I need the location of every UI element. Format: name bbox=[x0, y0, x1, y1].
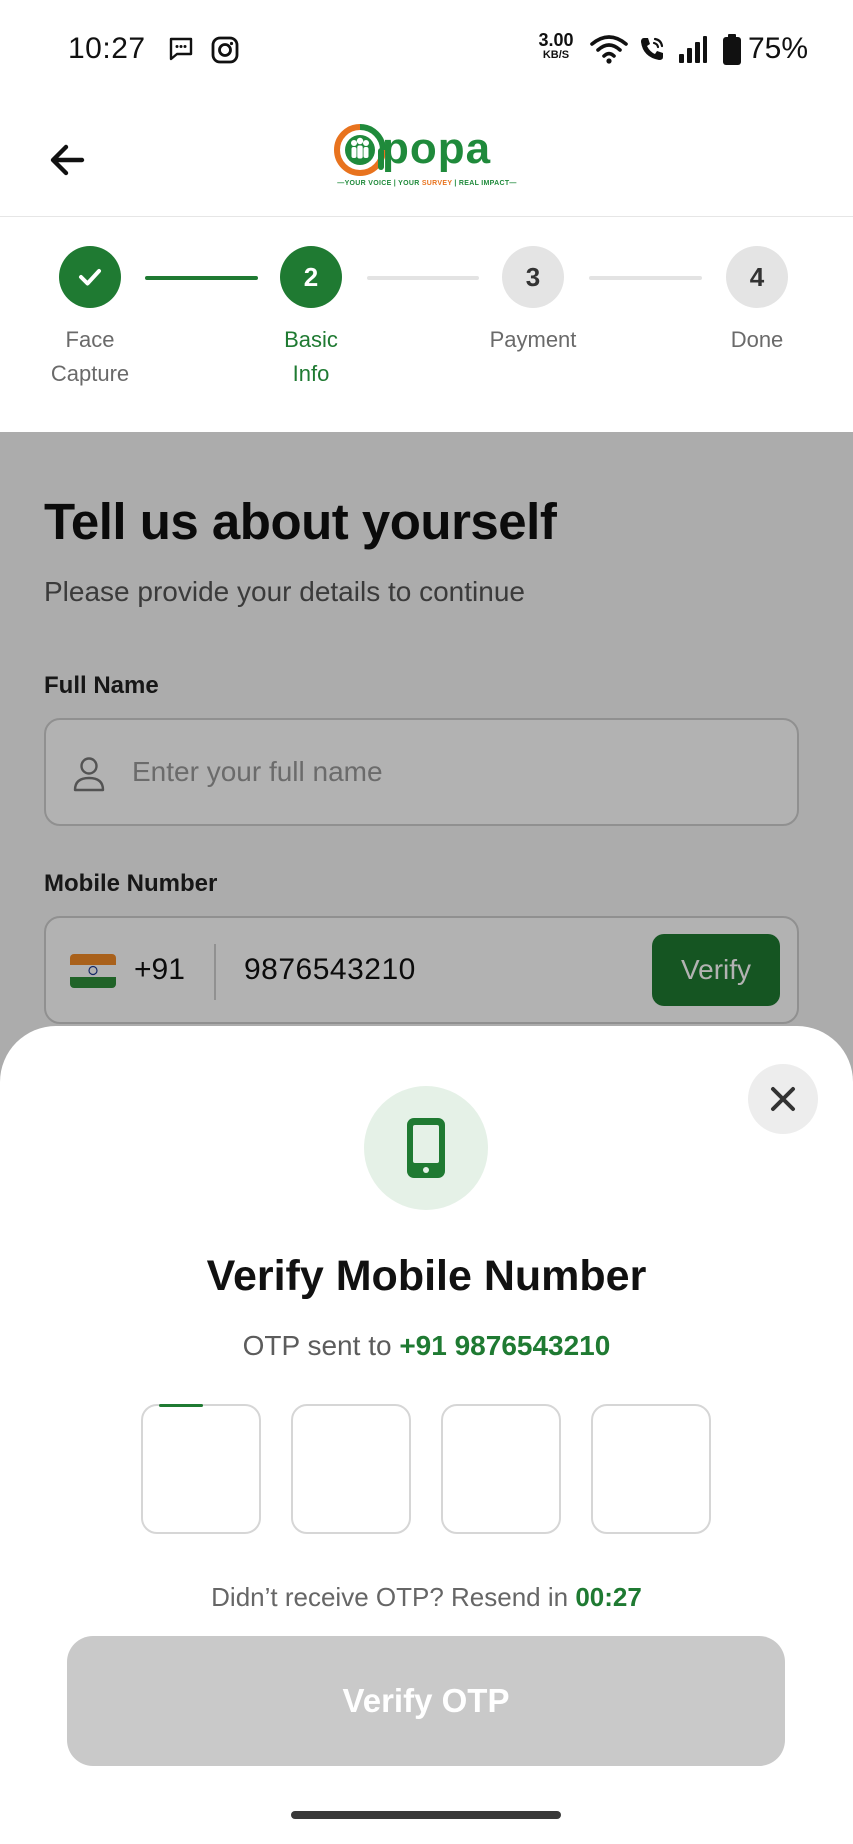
logo-tagline-part: —YOUR VOICE | YOUR bbox=[337, 180, 422, 187]
step-3-label-line: Payment bbox=[489, 327, 577, 352]
network-speed-value: 3.00 bbox=[538, 30, 574, 50]
instagram-icon bbox=[211, 36, 239, 69]
sheet-title: Verify Mobile Number bbox=[206, 1252, 647, 1300]
otp-digit-2[interactable] bbox=[291, 1404, 411, 1534]
status-time: 10:27 bbox=[68, 32, 146, 65]
progress-stepper: Face Capture 2 Basic Info 3 Payment 4 Do… bbox=[0, 218, 853, 432]
network-speed-unit: KB/S bbox=[542, 49, 570, 61]
step-1-label-line: Face bbox=[65, 327, 115, 352]
network-speed: 3.00 KB/S bbox=[532, 30, 580, 63]
battery-icon bbox=[722, 34, 742, 71]
step-3-circle: 3 bbox=[502, 246, 564, 308]
logo-wordmark: popa bbox=[382, 124, 492, 173]
otp-sent-prefix: OTP sent to bbox=[242, 1330, 400, 1361]
otp-digit-3[interactable] bbox=[441, 1404, 561, 1534]
step-4-label: Done bbox=[687, 323, 827, 357]
step-2-circle: 2 bbox=[280, 246, 342, 308]
wifi-icon bbox=[590, 34, 628, 69]
logo-tagline: —YOUR VOICE | YOUR SURVEY | REAL IMPACT— bbox=[332, 180, 522, 187]
resend-prefix: Didn’t receive OTP? Resend in bbox=[211, 1582, 576, 1612]
step-2-label-line: Basic bbox=[284, 327, 338, 352]
battery-percent: 75% bbox=[748, 32, 809, 65]
signal-icon bbox=[678, 36, 708, 69]
step-4-label-line: Done bbox=[730, 327, 784, 352]
otp-bottom-sheet: Verify Mobile Number OTP sent to +91 987… bbox=[0, 1026, 853, 1844]
app-header: popa —YOUR VOICE | YOUR SURVEY | REAL IM… bbox=[0, 100, 853, 217]
app-logo: popa —YOUR VOICE | YOUR SURVEY | REAL IM… bbox=[332, 120, 522, 200]
resend-timer: 00:27 bbox=[575, 1582, 642, 1612]
step-connector-pending bbox=[589, 276, 702, 280]
step-1-label: Face Capture bbox=[20, 323, 160, 391]
call-icon bbox=[638, 35, 666, 68]
logo-tagline-highlight: SURVEY bbox=[421, 180, 453, 187]
close-button[interactable] bbox=[748, 1064, 818, 1134]
step-connector-done bbox=[145, 276, 258, 280]
otp-sent-number: +91 9876543210 bbox=[399, 1330, 611, 1361]
otp-sent-text: OTP sent to +91 9876543210 bbox=[0, 1330, 853, 1362]
step-1-circle bbox=[59, 246, 121, 308]
step-connector-pending bbox=[367, 276, 479, 280]
check-icon bbox=[79, 269, 101, 286]
step-3-label: Payment bbox=[463, 323, 603, 357]
phone-badge bbox=[364, 1086, 488, 1210]
step-1-label-line: Capture bbox=[50, 361, 130, 386]
step-2-label: Basic Info bbox=[241, 323, 381, 391]
resend-text: Didn’t receive OTP? Resend in 00:27 bbox=[0, 1582, 853, 1613]
message-icon bbox=[168, 36, 194, 67]
logo-mark-icon bbox=[334, 124, 386, 176]
back-arrow-icon bbox=[50, 144, 85, 176]
status-bar: 10:27 3.00 KB/S 75% bbox=[0, 0, 853, 100]
otp-digit-1[interactable] bbox=[141, 1404, 261, 1534]
screen: 10:27 3.00 KB/S 75% popa —YOUR VOICE | Y… bbox=[0, 0, 853, 1844]
home-indicator[interactable] bbox=[291, 1811, 561, 1819]
close-icon bbox=[771, 1087, 795, 1111]
logo-tagline-part: | REAL IMPACT— bbox=[452, 180, 517, 187]
smartphone-icon bbox=[407, 1118, 445, 1178]
otp-digit-4[interactable] bbox=[591, 1404, 711, 1534]
step-4-circle: 4 bbox=[726, 246, 788, 308]
verify-otp-button[interactable]: Verify OTP bbox=[67, 1636, 785, 1766]
back-button[interactable] bbox=[44, 136, 92, 184]
step-2-label-line: Info bbox=[292, 361, 330, 386]
